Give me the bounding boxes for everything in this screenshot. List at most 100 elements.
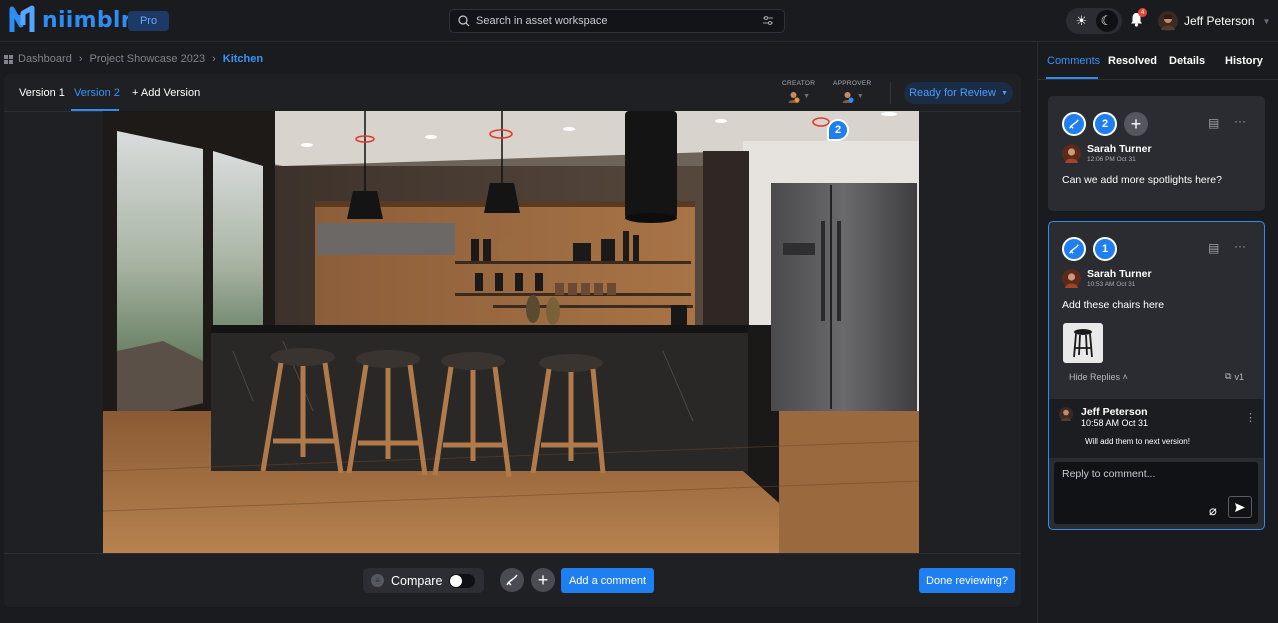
reply-avatar (1059, 407, 1073, 421)
moon-icon[interactable]: ☾ (1095, 10, 1118, 32)
send-icon (1235, 502, 1245, 512)
theme-toggle[interactable]: ☀ ☾ (1066, 8, 1122, 34)
reply-timestamp: 10:58 AM Oct 31 (1081, 418, 1149, 428)
annotation-pin[interactable]: 2 (827, 119, 849, 141)
app-logo[interactable]: niimblr (8, 5, 132, 35)
reply-item: Jeff Peterson 10:58 AM Oct 31 Will add t… (1049, 398, 1263, 458)
plus-icon: + (537, 569, 549, 590)
comment-card-selected[interactable]: 1 ▤ ··· Sarah Turner 10:53 AM Oct 31 Add… (1048, 221, 1265, 530)
author-name: Sarah Turner (1087, 268, 1152, 280)
app-name: niimblr (42, 7, 132, 33)
reply-author: Jeff Peterson (1081, 406, 1148, 418)
annotation-pin-number: 2 (834, 124, 842, 136)
tab-version-1[interactable]: Version 1 (19, 87, 65, 99)
add-version-button[interactable]: + Add Version (132, 87, 200, 99)
notification-badge: 4 (1138, 8, 1147, 17)
comment-author: Sarah Turner 12:06 PM Oct 31 (1062, 143, 1152, 163)
version-label: v1 (1234, 371, 1244, 382)
viewer-header: Version 1 Version 2 + Add Version CREATO… (4, 74, 1021, 112)
search-input[interactable] (476, 15, 746, 27)
add-comment-button[interactable]: Add a comment (561, 568, 654, 593)
comment-text: Add these chairs here (1062, 299, 1165, 311)
breadcrumb-project[interactable]: Project Showcase 2023 (90, 53, 206, 65)
chevron-up-icon: ˄ (1122, 372, 1128, 382)
breadcrumb-separator-icon: › (212, 53, 216, 65)
user-name: Jeff Peterson (1184, 14, 1255, 28)
approver-avatar (842, 92, 854, 103)
compare-control[interactable]: ≡ Compare (363, 568, 484, 593)
more-options-icon[interactable]: ··· (1234, 114, 1246, 128)
divider (890, 82, 891, 104)
active-tab-indicator (1046, 77, 1098, 79)
reply-text: Will add them to next version! (1085, 437, 1190, 446)
reply-more-icon[interactable]: ⋮ (1245, 411, 1256, 424)
status-label: Ready for Review (909, 87, 996, 99)
asset-viewer: Version 1 Version 2 + Add Version CREATO… (4, 74, 1021, 607)
breadcrumb-separator-icon: › (78, 53, 83, 65)
kitchen-render (103, 111, 919, 553)
user-menu[interactable]: Jeff Peterson ▼ (1158, 11, 1270, 31)
creator-label: CREATOR (782, 80, 816, 87)
comment-number-badge: 1 (1093, 237, 1117, 261)
comment-timestamp: 12:06 PM Oct 31 (1087, 156, 1136, 163)
comment-number-badge: 2 (1093, 112, 1117, 136)
add-reply-button[interactable]: + (1124, 112, 1148, 136)
reply-composer: ⌀ (1054, 462, 1258, 524)
breadcrumb: Dashboard › Project Showcase 2023 › Kitc… (4, 53, 263, 65)
paperclip-icon[interactable]: ⌀ (1209, 503, 1217, 519)
reply-input[interactable] (1062, 468, 1242, 488)
author-name: Sarah Turner (1087, 143, 1152, 155)
tab-comments[interactable]: Comments (1047, 55, 1100, 67)
comments-panel: Comments Resolved Details History 2 + ▤ … (1037, 42, 1278, 623)
send-button[interactable] (1228, 496, 1252, 518)
more-options-icon[interactable]: ··· (1234, 239, 1246, 253)
tab-version-2[interactable]: Version 2 (74, 87, 120, 99)
version-tag: ⧉ v1 (1225, 371, 1244, 382)
done-reviewing-button[interactable]: Done reviewing? (919, 568, 1015, 593)
tab-history[interactable]: History (1225, 55, 1263, 67)
pen-icon (506, 574, 518, 586)
comment-timestamp: 10:53 AM Oct 31 (1087, 281, 1136, 288)
compare-toggle[interactable] (449, 574, 475, 588)
resolve-icon[interactable]: ▤ (1208, 116, 1219, 130)
breadcrumb-dashboard[interactable]: Dashboard (18, 53, 72, 65)
attachment-thumbnail[interactable] (1063, 323, 1103, 363)
stool-image (1073, 329, 1093, 358)
comment-number: 2 (1101, 118, 1109, 130)
top-bar: niimblr Pro ☀ ☾ 4 Jeff Peterson ▼ (0, 0, 1278, 42)
comment-number: 1 (1101, 243, 1109, 255)
draw-annotation-icon (1062, 237, 1086, 261)
comment-author: Sarah Turner 10:53 AM Oct 31 (1062, 268, 1152, 288)
creator-selector[interactable]: CREATOR ▼ (782, 80, 815, 103)
copy-icon: ⧉ (1225, 371, 1232, 381)
draw-tool-button[interactable] (500, 568, 524, 592)
tab-resolved[interactable]: Resolved (1108, 55, 1157, 67)
comment-text: Can we add more spotlights here? (1062, 174, 1222, 186)
chevron-down-icon: ▼ (1262, 16, 1271, 26)
search-bar[interactable] (449, 9, 785, 33)
approver-label: APPROVER (833, 80, 872, 87)
author-avatar (1062, 143, 1081, 163)
asset-image[interactable]: 2 (103, 111, 919, 553)
resolve-icon[interactable]: ▤ (1208, 241, 1219, 255)
sun-icon[interactable]: ☀ (1071, 10, 1093, 32)
hide-replies-label: Hide Replies (1069, 372, 1121, 382)
toggle-knob (450, 575, 462, 587)
approver-selector[interactable]: APPROVER ▼ (833, 80, 872, 103)
grid-icon (4, 54, 13, 64)
creator-avatar (788, 92, 800, 103)
compare-label: Compare (391, 573, 443, 588)
tab-details[interactable]: Details (1169, 55, 1205, 67)
filter-icon[interactable] (762, 15, 774, 27)
search-icon (458, 15, 470, 27)
status-dropdown[interactable]: Ready for Review ▼ (904, 82, 1013, 104)
user-avatar (1158, 11, 1178, 31)
chevron-down-icon: ▼ (803, 93, 811, 100)
hide-replies-toggle[interactable]: Hide Replies ˄ (1069, 372, 1128, 382)
comment-card[interactable]: 2 + ▤ ··· Sarah Turner 12:06 PM Oct 31 C… (1048, 96, 1265, 211)
draw-annotation-icon (1062, 112, 1086, 136)
panel-tabs: Comments Resolved Details History (1038, 42, 1278, 80)
logo-icon (9, 5, 35, 32)
viewer-footer: ≡ Compare + Add a comment Done reviewing… (4, 553, 1021, 607)
add-annotation-button[interactable]: + (531, 568, 555, 592)
